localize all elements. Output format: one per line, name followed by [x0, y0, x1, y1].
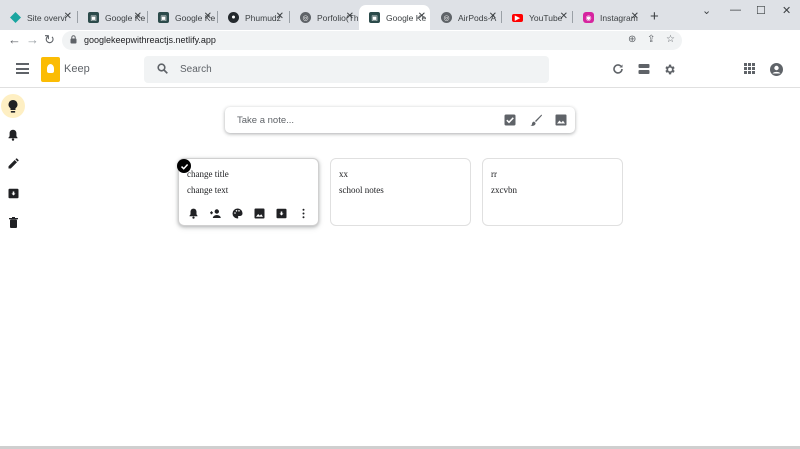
maximize-icon[interactable]: ☐	[756, 4, 766, 17]
globe-icon: ◎	[441, 12, 452, 23]
take-note-bar	[225, 107, 575, 133]
menu-icon[interactable]	[16, 63, 29, 74]
browser-tab[interactable]: ◎ AirPods-A ✕	[431, 5, 501, 30]
app-name: Keep	[64, 63, 90, 75]
keep-logo	[41, 57, 60, 82]
trash-icon	[8, 216, 18, 228]
add-image-icon[interactable]	[254, 208, 265, 219]
close-tab-icon[interactable]: ✕	[64, 11, 72, 22]
keep-icon: ▣	[88, 12, 99, 23]
instagram-icon: ◉	[583, 12, 594, 23]
palette-icon[interactable]	[232, 208, 243, 219]
bookmark-star-icon[interactable]: ☆	[666, 34, 675, 45]
back-icon[interactable]: ←	[8, 32, 21, 47]
browser-tab[interactable]: ◉ Instagram ✕	[573, 5, 643, 30]
more-vert-icon[interactable]	[298, 208, 309, 219]
sidebar-item-notes[interactable]	[1, 94, 25, 118]
search-input[interactable]	[180, 61, 480, 78]
browser-tab[interactable]: Site overvi ✕	[0, 5, 76, 30]
install-app-icon[interactable]: ⊕	[628, 34, 636, 45]
chevron-down-icon[interactable]: ⌄	[702, 4, 711, 17]
omnibox[interactable]: googlekeepwithreactjs.netlify.app ⊕ ⇪ ☆	[62, 31, 682, 50]
note-card[interactable]: xx school notes	[330, 158, 471, 226]
sidebar-item-trash[interactable]	[1, 210, 25, 234]
note-text: change text	[187, 185, 229, 195]
apps-grid-icon[interactable]	[744, 63, 755, 76]
browser-tab[interactable]: ◎ Porfolio(Th ✕	[290, 5, 358, 30]
note-card[interactable]: rr zxcvbn	[482, 158, 623, 226]
close-tab-icon[interactable]: ✕	[276, 11, 284, 22]
close-tab-icon[interactable]: ✕	[204, 11, 212, 22]
archive-icon	[8, 188, 18, 198]
account-icon[interactable]	[770, 63, 783, 78]
url-text: googlekeepwithreactjs.netlify.app	[84, 35, 216, 45]
browser-tab[interactable]: ● Phumudz ✕	[218, 5, 288, 30]
close-window-icon[interactable]: ✕	[782, 4, 791, 17]
sidebar-item-reminders[interactable]	[1, 123, 25, 147]
checkbox-icon[interactable]	[504, 114, 516, 126]
take-note-input[interactable]	[237, 113, 487, 128]
note-title: change title	[187, 169, 229, 179]
refresh-icon[interactable]	[612, 63, 624, 77]
image-icon[interactable]	[555, 114, 567, 126]
new-tab-icon[interactable]: +	[650, 8, 659, 25]
sidebar-item-archive[interactable]	[1, 181, 25, 205]
note-text: school notes	[339, 185, 384, 195]
list-view-icon[interactable]	[638, 63, 650, 77]
youtube-icon: ▶	[512, 13, 523, 22]
close-tab-icon[interactable]: ✕	[631, 11, 639, 22]
forward-icon[interactable]: →	[26, 32, 39, 47]
close-tab-icon[interactable]: ✕	[489, 11, 497, 22]
collaborator-icon[interactable]	[210, 208, 221, 219]
search-bar	[144, 56, 549, 83]
close-tab-icon[interactable]: ✕	[418, 11, 426, 22]
lock-icon	[70, 35, 77, 44]
search-icon[interactable]	[157, 63, 168, 74]
select-note-check-icon[interactable]	[177, 159, 191, 173]
minimize-icon[interactable]: —	[730, 4, 741, 16]
browser-tab[interactable]: ▣ Google Ke ✕	[148, 5, 216, 30]
keep-icon: ▣	[158, 12, 169, 23]
diamond-icon	[10, 12, 21, 23]
note-title: rr	[491, 169, 497, 179]
sidebar-item-edit-labels[interactable]	[1, 151, 25, 175]
bell-icon	[8, 129, 18, 141]
archive-note-icon[interactable]	[276, 208, 287, 219]
browser-tab[interactable]: ▣ Google Ke ✕	[78, 5, 146, 30]
remind-me-bell-icon[interactable]	[188, 208, 199, 219]
pencil-icon	[8, 157, 19, 168]
brush-icon[interactable]	[530, 114, 542, 126]
github-icon: ●	[228, 12, 239, 23]
reload-icon[interactable]: ↻	[44, 32, 55, 48]
browser-tabstrip: Site overvi ✕ ▣ Google Ke ✕ ▣ Google Ke …	[0, 0, 800, 30]
close-tab-icon[interactable]: ✕	[134, 11, 142, 22]
settings-gear-icon[interactable]	[663, 63, 676, 78]
lightbulb-icon	[8, 99, 18, 113]
address-bar-row: ← → ↻ googlekeepwithreactjs.netlify.app …	[0, 30, 800, 75]
note-text: zxcvbn	[491, 185, 517, 195]
browser-tab[interactable]: ▶ YouTube ✕	[502, 5, 572, 30]
app-header: Keep	[0, 52, 800, 88]
note-title: xx	[339, 169, 348, 179]
close-tab-icon[interactable]: ✕	[560, 11, 568, 22]
close-tab-icon[interactable]: ✕	[346, 11, 354, 22]
share-icon[interactable]: ⇪	[647, 34, 655, 45]
globe-icon: ◎	[300, 12, 311, 23]
browser-tab-active[interactable]: ▣ Google Ke ✕	[359, 5, 430, 30]
keep-icon: ▣	[369, 12, 380, 23]
